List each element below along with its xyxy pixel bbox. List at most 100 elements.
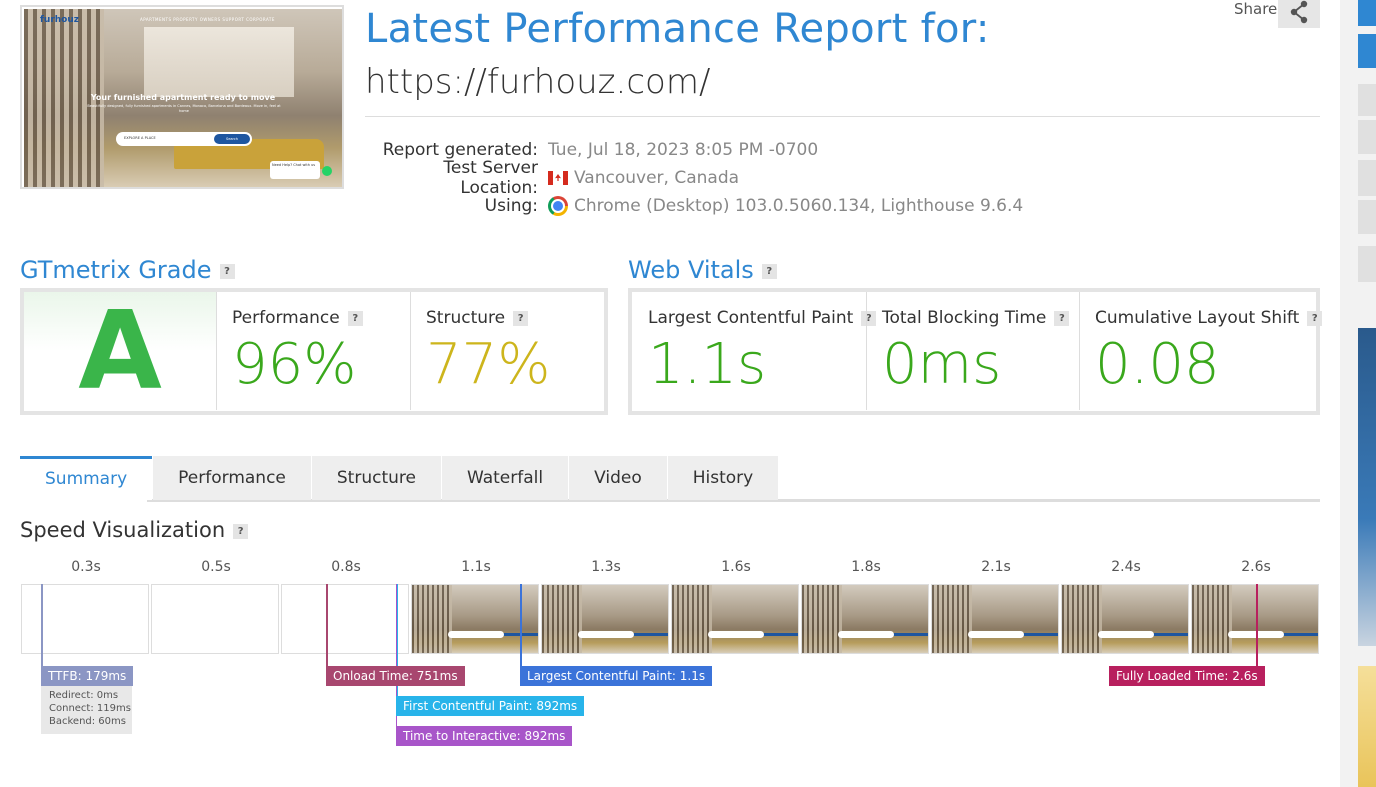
frame-time-label: 2.6s <box>1241 559 1271 575</box>
tab-active-gap <box>20 499 147 502</box>
frame-time-label: 0.5s <box>201 559 231 575</box>
screenshot-search: EXPLORE A PLACE Search <box>116 132 252 146</box>
sidebar-pdf-button[interactable] <box>1358 34 1376 68</box>
header-divider <box>365 116 1320 117</box>
structure-label: Structure <box>426 308 506 328</box>
performance-value: 96% <box>232 332 357 397</box>
performance-help-icon[interactable]: ? <box>347 310 363 326</box>
report-url: https://furhouz.com/ <box>365 62 711 102</box>
structure-help-icon[interactable]: ? <box>513 310 529 326</box>
filmstrip-frame[interactable] <box>931 584 1059 654</box>
grade-letter: A <box>24 289 216 414</box>
screenshot-nav: APARTMENTS PROPERTY OWNERS SUPPORT CORPO… <box>140 17 275 22</box>
report-meta: Report generated: Tue, Jul 18, 2023 8:05… <box>365 136 1023 220</box>
page-screenshot[interactable]: furhouz APARTMENTS PROPERTY OWNERS SUPPO… <box>20 5 344 189</box>
frame-time-label: 2.1s <box>981 559 1011 575</box>
generated-value: Tue, Jul 18, 2023 8:05 PM -0700 <box>548 140 819 160</box>
screenshot-chat: Need Help? Chat with us <box>270 161 320 179</box>
lcp-marker <box>520 584 522 666</box>
tab-waterfall[interactable]: Waterfall <box>441 456 569 500</box>
performance-score: Performance? 96% <box>216 292 410 410</box>
share-icon <box>1290 0 1308 24</box>
ttfb-marker <box>41 584 43 666</box>
share-label: Share <box>1234 0 1278 18</box>
sidebar-tag-button[interactable] <box>1358 200 1376 234</box>
frame-time-label: 1.1s <box>461 559 491 575</box>
frame-time-label: 2.4s <box>1111 559 1141 575</box>
report-tabs: Summary Performance Structure Waterfall … <box>20 456 779 502</box>
lcp-label: Largest Contentful Paint <box>648 308 854 328</box>
using-value: Chrome (Desktop) 103.0.5060.134, Lightho… <box>574 196 1024 216</box>
tbt-value: 0ms <box>882 332 1002 397</box>
lcp-marker-label: Largest Contentful Paint: 1.1s <box>520 666 713 686</box>
screenshot-window <box>144 27 294 97</box>
filmstrip-frame[interactable] <box>1191 584 1319 654</box>
cls-value: 0.08 <box>1095 332 1220 397</box>
screenshot-subtext: Beautifully designed, fully furnished ap… <box>87 104 281 113</box>
screenshot-image: furhouz APARTMENTS PROPERTY OWNERS SUPPO… <box>24 9 342 187</box>
fcp-label: First Contentful Paint: 892ms <box>396 696 585 716</box>
redirect-time: Redirect: 0ms <box>49 690 119 701</box>
sidebar-ad-banner[interactable] <box>1358 328 1376 646</box>
sidebar-compare-button[interactable] <box>1358 246 1376 282</box>
filmstrip-frame[interactable] <box>801 584 929 654</box>
filmstrip-frame[interactable] <box>281 584 409 654</box>
backend-time: Backend: 60ms <box>49 716 126 727</box>
page-title: Latest Performance Report for: <box>365 6 990 52</box>
screenshot-headline: Your furnished apartment ready to move <box>90 93 276 102</box>
sidebar-settings-button[interactable] <box>1358 84 1376 116</box>
speed-heading-text: Speed Visualization <box>20 518 226 542</box>
lcp-value: 1.1s <box>648 332 767 397</box>
structure-value: 77% <box>426 332 551 397</box>
share-button[interactable] <box>1278 0 1320 28</box>
tbt-label: Total Blocking Time <box>882 308 1047 328</box>
filmstrip-frame[interactable] <box>151 584 279 654</box>
sidebar-refresh-button[interactable] <box>1358 0 1376 26</box>
structure-score: Structure? 77% <box>410 292 604 410</box>
tab-structure[interactable]: Structure <box>311 456 441 500</box>
tab-summary[interactable]: Summary <box>20 456 153 500</box>
location-value: Vancouver, Canada <box>574 168 740 188</box>
vitals-heading-text: Web Vitals <box>628 256 754 284</box>
grade-box: A Performance? 96% Structure? 77% <box>20 288 608 415</box>
connect-time: Connect: 119ms <box>49 703 131 714</box>
tbt-metric: Total Blocking Time? 0ms <box>866 292 1079 410</box>
tab-history[interactable]: History <box>667 456 779 500</box>
cls-help-icon[interactable]: ? <box>1307 310 1323 326</box>
frame-time-label: 0.3s <box>71 559 101 575</box>
frame-time-label: 1.6s <box>721 559 751 575</box>
sidebar-graph-button[interactable] <box>1358 120 1376 154</box>
sidebar-ad-banner-2[interactable] <box>1358 666 1376 787</box>
screenshot-logo: furhouz <box>40 15 79 25</box>
filmstrip-frame[interactable] <box>541 584 669 654</box>
fully-loaded-label: Fully Loaded Time: 2.6s <box>1109 666 1265 686</box>
lcp-metric: Largest Contentful Paint? 1.1s <box>632 292 877 410</box>
grade-help-icon[interactable]: ? <box>219 263 235 279</box>
right-sidebar <box>1340 0 1376 787</box>
cls-metric: Cumulative Layout Shift? 0.08 <box>1079 292 1323 410</box>
tbt-help-icon[interactable]: ? <box>1054 310 1070 326</box>
vitals-heading: Web Vitals? <box>628 256 777 284</box>
ttfb-breakdown: Redirect: 0ms Connect: 119ms Backend: 60… <box>41 686 132 734</box>
frame-time-label: 0.8s <box>331 559 361 575</box>
tti-label: Time to Interactive: 892ms <box>396 726 573 746</box>
tab-performance[interactable]: Performance <box>153 456 311 500</box>
vitals-box: Largest Contentful Paint? 1.1s Total Blo… <box>628 288 1323 415</box>
filmstrip-frame[interactable] <box>671 584 799 654</box>
vitals-help-icon[interactable]: ? <box>761 263 777 279</box>
onload-label: Onload Time: 751ms <box>326 666 465 686</box>
filmstrip-frame[interactable] <box>1061 584 1189 654</box>
tab-video[interactable]: Video <box>569 456 667 500</box>
grade-heading-text: GTmetrix Grade <box>20 256 212 284</box>
location-label: Test Server Location: <box>443 158 538 198</box>
canada-flag-icon <box>548 171 568 185</box>
sidebar-monitor-button[interactable] <box>1358 160 1376 196</box>
frame-time-label: 1.3s <box>591 559 621 575</box>
generated-label: Report generated: <box>382 140 538 160</box>
speed-visualization-heading: Speed Visualization? <box>20 518 249 542</box>
onload-marker <box>326 584 328 666</box>
grade-heading: GTmetrix Grade? <box>20 256 235 284</box>
cls-label: Cumulative Layout Shift <box>1095 308 1300 328</box>
screenshot-search-placeholder: EXPLORE A PLACE <box>124 136 156 140</box>
speed-help-icon[interactable]: ? <box>233 523 249 539</box>
